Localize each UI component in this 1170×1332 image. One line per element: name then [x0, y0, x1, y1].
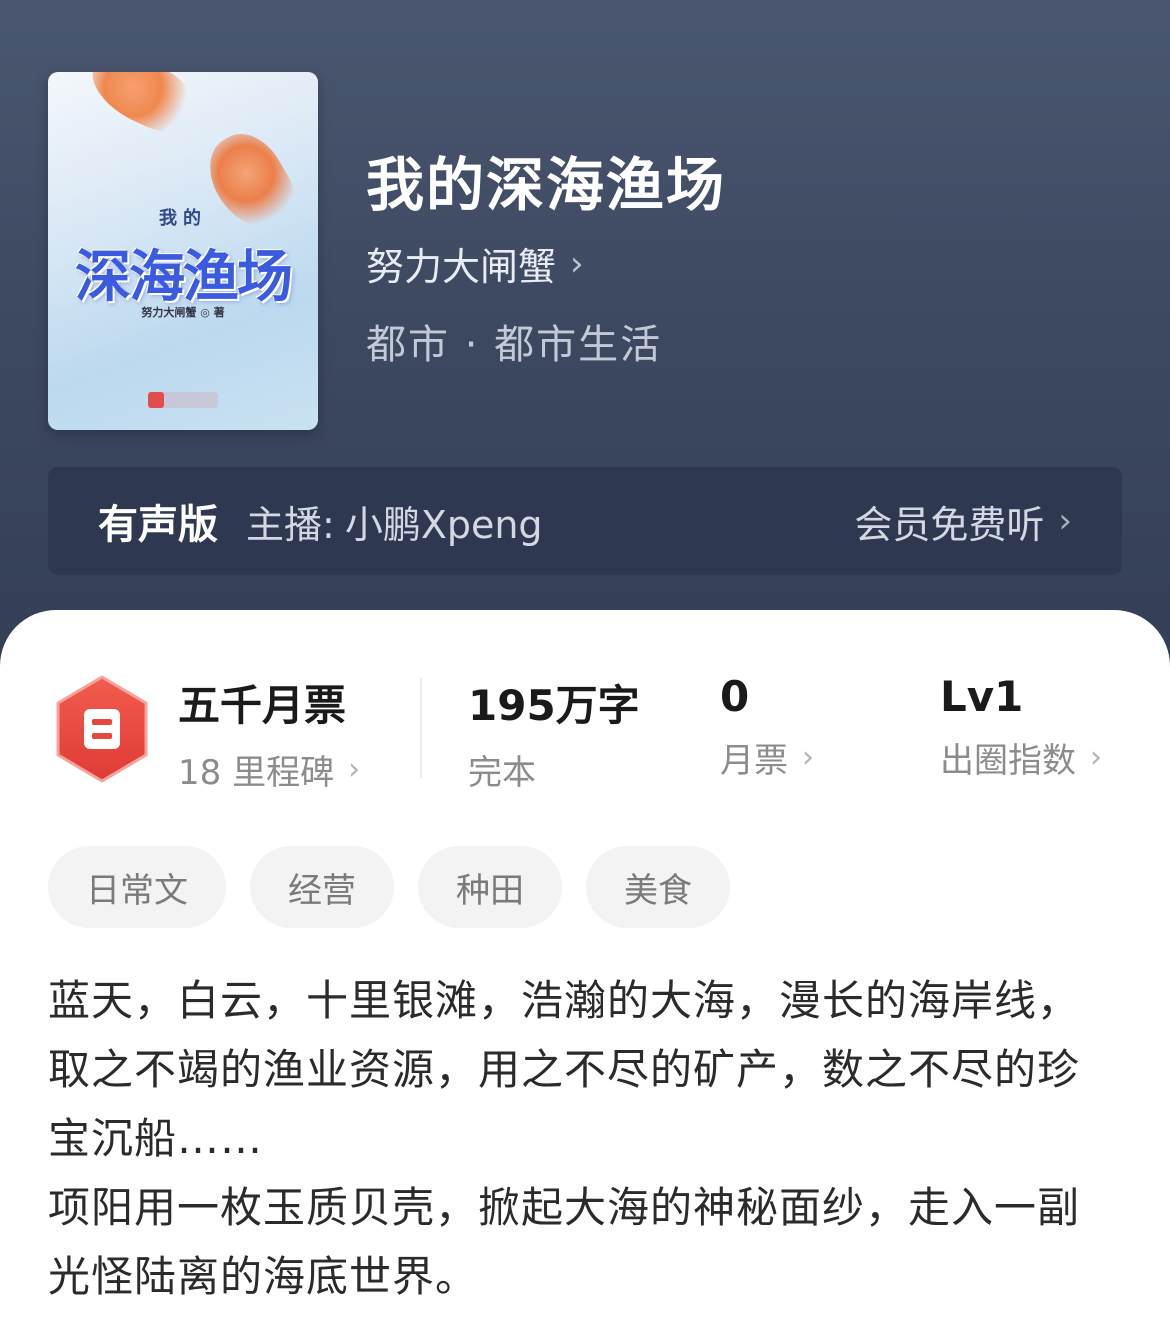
- ticket-badge-icon[interactable]: [54, 675, 150, 783]
- cover-big-title: 深海渔场: [75, 245, 293, 310]
- chevron-right-icon: ›: [348, 752, 361, 787]
- book-genre: 都市 · 都市生活: [366, 322, 663, 368]
- chevron-right-icon: ›: [802, 740, 814, 775]
- book-cover[interactable]: 我的 深海渔场 努力大闸蟹 ◎ 著: [48, 72, 318, 430]
- anchor-name: 小鹏Xpeng: [344, 502, 543, 547]
- tag-chip[interactable]: 日常文: [48, 846, 226, 928]
- popularity-index-stat[interactable]: Lv1 出圈指数 ›: [940, 672, 1102, 782]
- completion-status: 完本: [468, 753, 536, 793]
- milestone-stat[interactable]: 五千月票 18 里程碑 ›: [178, 672, 360, 794]
- publisher-logo: [148, 392, 218, 408]
- chevron-right-icon: ›: [570, 243, 584, 284]
- popularity-index-label: 出圈指数: [940, 741, 1076, 781]
- member-free-listen-label: 会员免费听: [854, 502, 1045, 547]
- author-link[interactable]: 努力大闸蟹 ›: [366, 236, 584, 291]
- synopsis-paragraph: 蓝天，白云，十里银滩，浩瀚的大海，漫长的海岸线，取之不竭的渔业资源，用之不尽的矿…: [48, 976, 1081, 1163]
- word-count-value: 195万字: [468, 681, 640, 730]
- word-count-stat: 195万字 完本: [468, 672, 640, 794]
- cover-small-title: 我的: [159, 208, 207, 229]
- synopsis-paragraph: 项阳用一枚玉质贝壳，掀起大海的神秘面纱，走入一副光怪陆离的海底世界。: [48, 1183, 1081, 1301]
- audio-edition-bar[interactable]: 有声版 主播: 小鹏Xpeng 会员免费听 ›: [48, 467, 1122, 575]
- book-synopsis: 蓝天，白云，十里银滩，浩瀚的大海，漫长的海岸线，取之不竭的渔业资源，用之不尽的矿…: [48, 966, 1122, 1311]
- stats-divider: [420, 678, 422, 778]
- tag-chip[interactable]: 美食: [586, 846, 730, 928]
- audio-edition-label: 有声版: [98, 502, 218, 548]
- koi-fish-illustration: [80, 72, 206, 143]
- tag-list: 日常文 经营 种田 美食: [48, 846, 730, 928]
- popularity-level: Lv1: [940, 672, 1024, 721]
- chevron-right-icon: ›: [1058, 501, 1072, 541]
- monthly-votes-value: 0: [720, 672, 750, 721]
- anchor-label: 主播:: [246, 502, 335, 547]
- tag-chip[interactable]: 种田: [418, 846, 562, 928]
- cover-author-line: 努力大闸蟹 ◎ 著: [141, 306, 225, 319]
- milestone-count: 18 里程碑: [178, 753, 335, 793]
- chevron-right-icon: ›: [1090, 740, 1102, 775]
- tag-chip[interactable]: 经营: [250, 846, 394, 928]
- monthly-votes-label: 月票: [720, 741, 788, 781]
- member-free-listen-link[interactable]: 会员免费听 ›: [854, 494, 1072, 549]
- monthly-votes-stat[interactable]: 0 月票 ›: [720, 672, 814, 782]
- milestone-title: 五千月票: [178, 681, 347, 730]
- book-title: 我的深海渔场: [366, 151, 727, 219]
- author-name: 努力大闸蟹: [366, 245, 557, 289]
